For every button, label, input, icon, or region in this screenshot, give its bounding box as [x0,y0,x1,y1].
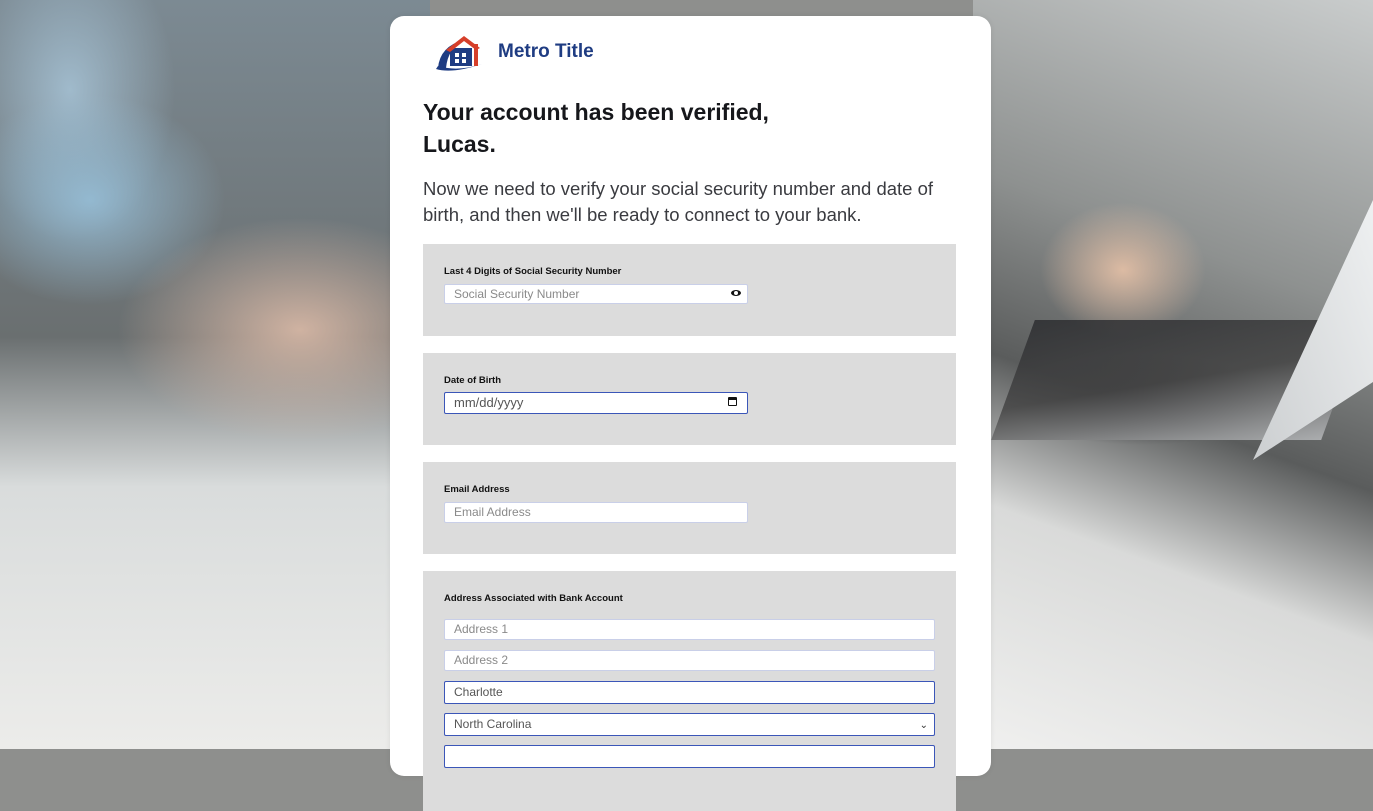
email-placeholder: Email Address [454,505,531,519]
brand-logo: Metro Title [432,28,594,76]
eye-icon[interactable] [731,290,741,296]
intro-text: Now we need to verify your social securi… [423,178,934,225]
dob-placeholder: mm/dd/yyyy [454,395,524,410]
calendar-icon[interactable] [728,397,737,406]
background-left-scene [0,0,430,749]
ssn-section: Last 4 Digits of Social Security Number … [423,244,956,336]
email-input[interactable]: Email Address [444,502,748,523]
email-label: Email Address [444,484,510,495]
ssn-input[interactable]: Social Security Number [444,284,748,304]
title-line-1: Your account has been verified, [423,99,769,125]
address-label: Address Associated with Bank Account [444,593,623,604]
address1-input[interactable]: Address 1 [444,619,935,640]
verification-card: Metro Title Your account has been verifi… [390,16,991,811]
address1-placeholder: Address 1 [454,622,509,636]
house-logo-icon [436,36,482,71]
address2-placeholder: Address 2 [454,653,509,667]
email-section: Email Address Email Address [423,462,956,554]
dob-label: Date of Birth [444,375,501,386]
chevron-down-icon: ⌄ [919,720,928,731]
background-right-scene [973,0,1373,749]
page-title: Your account has been verified, Lucas. [423,96,963,160]
zip-input[interactable] [444,745,935,768]
dob-input[interactable]: mm/dd/yyyy [444,392,748,414]
ssn-label: Last 4 Digits of Social Security Number [444,266,622,277]
brand-name: Metro Title [498,41,594,62]
title-line-2: Lucas. [423,131,496,157]
address-section: Address Associated with Bank Account Add… [423,571,956,811]
state-value: North Carolina [454,717,532,731]
state-select[interactable]: North Carolina ⌄ [444,713,935,736]
dob-section: Date of Birth mm/dd/yyyy [423,353,956,445]
city-value: Charlotte [454,685,503,699]
address2-input[interactable]: Address 2 [444,650,935,671]
city-input[interactable]: Charlotte [444,681,935,704]
ssn-placeholder: Social Security Number [454,287,580,301]
